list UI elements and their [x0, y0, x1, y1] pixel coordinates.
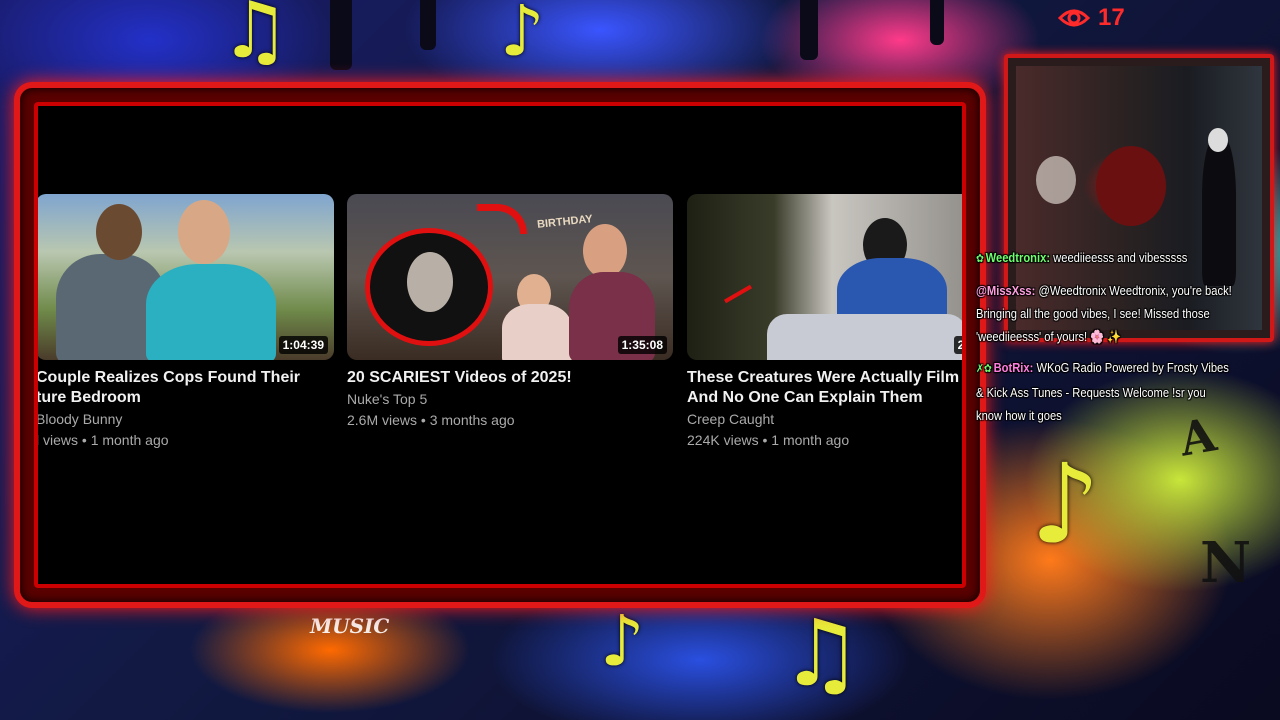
demon-graffiti: [1096, 146, 1166, 226]
screen-share: 1:04:39 Couple Realizes Cops Found Their…: [34, 102, 966, 588]
thumbnail-head: [583, 224, 627, 278]
video-row: 1:04:39 Couple Realizes Cops Found Their…: [38, 194, 962, 464]
thumbnail-head: [178, 200, 230, 264]
thumbnail-person: [146, 264, 276, 360]
music-note-icon: ♫: [780, 600, 863, 707]
video-card[interactable]: 2:0 These Creatures Were Actually Film A…: [687, 194, 962, 450]
video-title[interactable]: And No One Can Explain Them: [687, 388, 962, 408]
video-meta: 2.6M views • 3 months ago: [347, 412, 515, 428]
viewer-count-number: 17: [1098, 4, 1125, 31]
video-title[interactable]: Couple Realizes Cops Found Their: [38, 368, 334, 388]
music-note-icon: ♪: [600, 600, 645, 682]
paint-drip: [330, 0, 352, 70]
video-duration: 1:04:39: [278, 336, 328, 354]
video-thumbnail[interactable]: 2:0: [687, 194, 962, 360]
chat-overlay: ✿ Weedtronix: weediieesss and vibesssss @…: [976, 246, 1234, 435]
video-thumbnail[interactable]: BIRTHDAY 1:35:08: [347, 194, 673, 360]
video-title[interactable]: 20 SCARIEST Videos of 2025!: [347, 368, 673, 388]
graffiti-text: MUSIC: [310, 614, 390, 638]
skull-mask: [1208, 128, 1228, 152]
chat-message: ✿ Weedtronix: weediieesss and vibesssss: [976, 246, 1234, 271]
music-note-icon: ♫: [220, 0, 290, 76]
paint-drip: [930, 0, 944, 45]
viewer-count: 17: [1058, 4, 1125, 32]
music-note-icon: ♪: [1030, 440, 1101, 568]
chat-badge-icon: ✗✿: [976, 363, 992, 375]
thumbnail-person: [502, 304, 572, 360]
chat-username: @MissXss:: [976, 283, 1036, 298]
video-frame: 1:04:39 Couple Realizes Cops Found Their…: [14, 82, 986, 608]
channel-name[interactable]: Nuke's Top 5: [347, 390, 673, 409]
music-note-icon: ♪: [500, 0, 545, 72]
chat-text: weediieesss and vibesssss: [1053, 250, 1188, 265]
skull-graffiti: [1036, 156, 1076, 204]
thumbnail-text: BIRTHDAY: [536, 213, 594, 231]
video-meta: l views • 1 month ago: [36, 432, 169, 448]
video-title[interactable]: These Creatures Were Actually Film: [687, 368, 962, 388]
arrow-icon: [724, 284, 752, 304]
paint-drip: [420, 0, 436, 50]
thumbnail-blanket: [767, 314, 962, 360]
graffiti-letters: N: [1200, 530, 1252, 596]
video-meta: 224K views • 1 month ago: [687, 432, 850, 448]
channel-name[interactable]: Bloody Bunny: [38, 410, 334, 429]
channel-name[interactable]: Creep Caught: [687, 410, 962, 429]
paint-drip: [800, 0, 818, 60]
video-thumbnail[interactable]: 1:04:39: [38, 194, 334, 360]
video-title[interactable]: ture Bedroom: [38, 388, 334, 408]
thumbnail-head: [96, 204, 142, 260]
video-duration: 1:35:08: [617, 336, 667, 354]
arrow-icon: [477, 204, 527, 234]
chat-message: @MissXss: @Weedtronix Weedtronix, you're…: [976, 279, 1234, 348]
video-card[interactable]: 1:04:39 Couple Realizes Cops Found Their…: [36, 194, 334, 450]
thumbnail-ghost-face: [407, 252, 453, 312]
video-duration: 2:0: [953, 336, 962, 354]
chat-badge-icon: ✿: [976, 253, 984, 265]
chat-username: BotRix:: [993, 360, 1034, 375]
video-card[interactable]: BIRTHDAY 1:35:08 20 SCARIEST Videos of 2…: [347, 194, 673, 430]
eye-icon: [1058, 9, 1090, 27]
chat-message: ✗✿ BotRix: WKoG Radio Powered by Frosty V…: [976, 356, 1234, 427]
chat-username: Weedtronix:: [985, 250, 1051, 265]
